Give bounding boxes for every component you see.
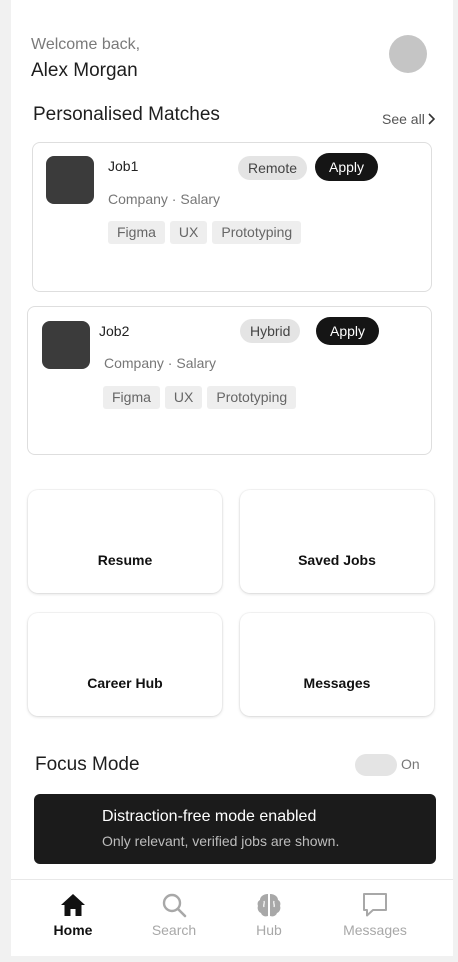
banner-title: Distraction-free mode enabled (102, 808, 317, 825)
skill-tag: Figma (108, 221, 165, 244)
tile-messages[interactable]: Messages (240, 613, 434, 716)
nav-item-home[interactable]: Home (28, 890, 118, 938)
search-icon (162, 893, 187, 918)
greeting-text: Welcome back, (31, 36, 141, 53)
focus-banner: Distraction-free mode enabled Only relev… (34, 794, 436, 864)
focus-mode-toggle[interactable] (355, 754, 397, 776)
skill-tag: UX (164, 386, 203, 409)
company-logo (46, 156, 94, 204)
skill-tag: Prototyping (212, 221, 302, 244)
user-name: Alex Morgan (31, 60, 138, 81)
skill-tags: Figma UX Prototyping (108, 221, 302, 244)
nav-item-hub[interactable]: Hub (224, 890, 314, 938)
apply-button[interactable]: Apply (315, 153, 379, 181)
nav-label: Messages (343, 922, 407, 938)
skill-tag: UX (169, 221, 208, 244)
work-mode-badge: Remote (238, 156, 308, 180)
nav-item-messages[interactable]: Messages (330, 890, 420, 938)
nav-item-search[interactable]: Search (129, 890, 219, 938)
app-screen: Welcome back, Alex Morgan Personalised M… (11, 0, 453, 956)
chevron-right-icon (428, 113, 435, 125)
job-meta: Company · Salary (108, 191, 221, 207)
nav-label: Home (53, 922, 93, 938)
toggle-state-label: On (401, 756, 420, 772)
nav-divider (11, 879, 453, 880)
section-title-matches: Personalised Matches (33, 104, 220, 125)
skill-tag: Figma (103, 386, 160, 409)
avatar[interactable] (389, 35, 427, 73)
nav-label: Hub (256, 922, 282, 938)
skill-tags: Figma UX Prototyping (103, 386, 297, 409)
tile-resume[interactable]: Resume (28, 490, 222, 593)
job-card[interactable]: Job2 Company · Salary Hybrid Apply Figma… (27, 306, 432, 455)
work-mode-badge: Hybrid (240, 319, 301, 343)
see-all-link[interactable]: See all (382, 111, 435, 127)
banner-subtitle: Only relevant, verified jobs are shown. (102, 833, 340, 849)
job-title: Job2 (99, 323, 130, 339)
focus-mode-title: Focus Mode (35, 754, 140, 775)
tile-career-hub[interactable]: Career Hub (28, 613, 222, 716)
brain-icon (257, 894, 281, 917)
home-icon (61, 894, 85, 916)
nav-label: Search (151, 922, 197, 938)
see-all-label: See all (382, 111, 425, 127)
tile-saved-jobs[interactable]: Saved Jobs (240, 490, 434, 593)
job-title: Job1 (108, 158, 139, 174)
job-meta: Company · Salary (104, 355, 217, 371)
chat-icon (363, 893, 387, 917)
job-card[interactable]: Job1 Company · Salary Remote Apply Figma… (32, 142, 432, 292)
apply-button[interactable]: Apply (316, 317, 380, 345)
company-logo (42, 321, 90, 369)
skill-tag: Prototyping (207, 386, 297, 409)
